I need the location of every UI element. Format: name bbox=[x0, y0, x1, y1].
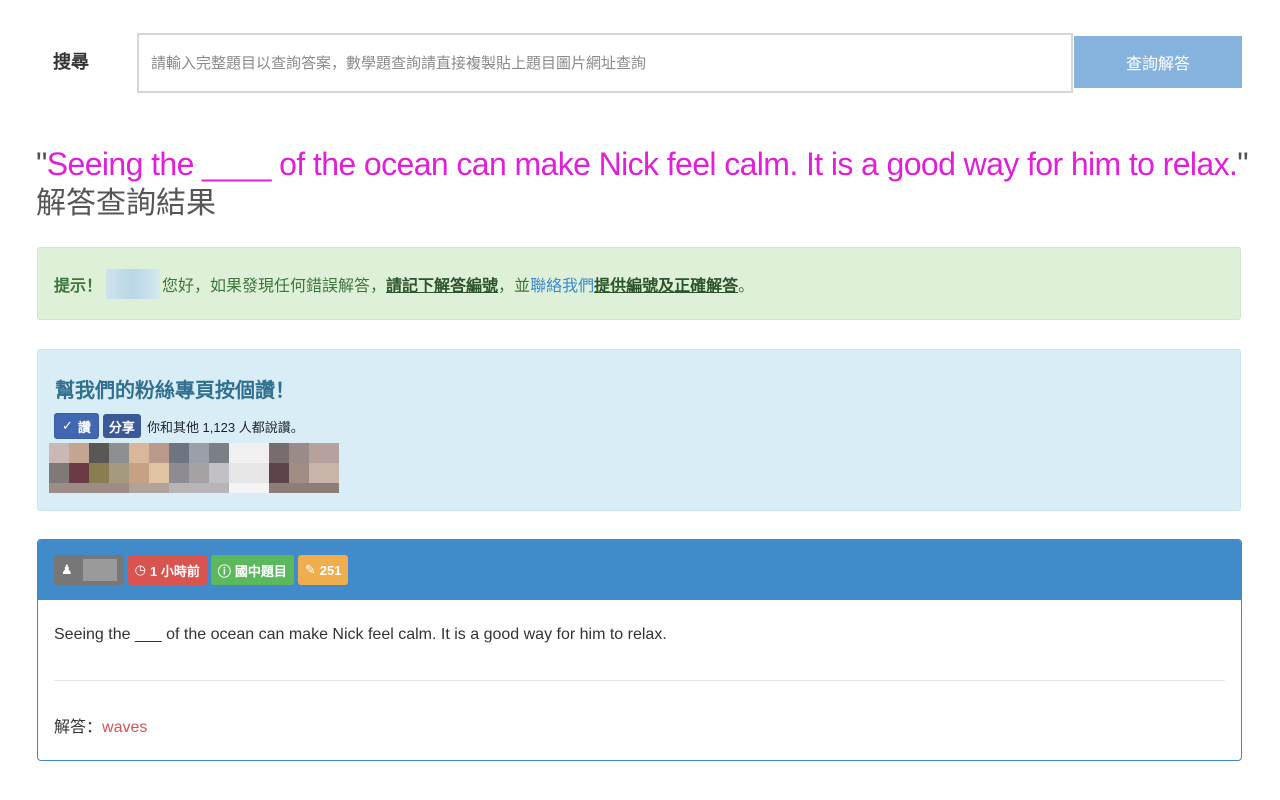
time-badge-label: 1 小時前 bbox=[150, 563, 200, 579]
title-question: "Seeing the ____ of the ocean can make N… bbox=[36, 142, 1256, 186]
answer-id-label: 251 bbox=[319, 562, 342, 578]
avatar-mosaic-1 bbox=[49, 443, 129, 493]
answer-id-badge: ✎ 251 bbox=[297, 555, 349, 585]
check-icon: ✓ bbox=[62, 418, 73, 433]
provide-correct-answer-link[interactable]: 提供編號及正確解答 bbox=[594, 272, 738, 296]
answer-line: 解答：waves bbox=[54, 713, 1225, 737]
fb-like-row: ✓ 讚 分享 你和其他 1,123 人都說讚。 bbox=[54, 413, 304, 439]
user-badge[interactable]: ♟ bbox=[54, 555, 124, 585]
panel-body: Seeing the ___ of the ocean can make Nic… bbox=[38, 600, 1241, 737]
tip-alert: 提示！ 您好，如果發現任何錯誤解答， 請記下解答編號 ，並 聯絡我們 提供編號及… bbox=[37, 247, 1241, 320]
avatar-mosaic-3 bbox=[169, 443, 229, 493]
divider bbox=[54, 680, 1225, 681]
note-answer-id-link[interactable]: 請記下解答編號 bbox=[386, 272, 498, 296]
clock-icon: ◷ bbox=[134, 562, 146, 577]
fb-like-label: 讚 bbox=[77, 419, 91, 435]
title-question-text: Seeing the ____ of the ocean can make Ni… bbox=[46, 146, 1238, 182]
category-badge-label: 國中題目 bbox=[234, 563, 287, 579]
user-icon: ♟ bbox=[61, 562, 73, 577]
answer-value: waves bbox=[102, 719, 148, 736]
category-badge[interactable]: ⓘ 國中題目 bbox=[210, 555, 294, 585]
time-badge: ◷ 1 小時前 bbox=[127, 555, 207, 585]
tip-prefix: 提示！ bbox=[54, 277, 103, 295]
title-close-quote: " bbox=[1237, 146, 1249, 182]
answer-label: 解答： bbox=[54, 719, 103, 736]
fb-friend-avatars bbox=[49, 443, 339, 493]
page-title: "Seeing the ____ of the ocean can make N… bbox=[36, 142, 1256, 224]
edit-icon: ✎ bbox=[304, 562, 316, 577]
tip-text-3: 。 bbox=[738, 277, 755, 295]
fb-like-count: 你和其他 1,123 人都說讚。 bbox=[146, 419, 304, 435]
fanpage-title: 幫我們的粉絲專頁按個讚！ bbox=[55, 380, 295, 402]
fanpage-alert: 幫我們的粉絲專頁按個讚！ ✓ 讚 分享 你和其他 1,123 人都說讚。 bbox=[37, 349, 1241, 511]
question-panel: ♟ ◷ 1 小時前 ⓘ 國中題目 ✎ 251 Seeing the ___ of… bbox=[37, 539, 1242, 761]
tip-text-2: ，並 bbox=[498, 277, 531, 295]
question-text: Seeing the ___ of the ocean can make Nic… bbox=[54, 626, 667, 643]
panel-header: ♟ ◷ 1 小時前 ⓘ 國中題目 ✎ 251 bbox=[38, 540, 1241, 600]
search-button[interactable]: 查詢解答 bbox=[1074, 36, 1242, 88]
avatar-mosaic-2 bbox=[129, 443, 169, 493]
tip-text-1: 您好，如果發現任何錯誤解答， bbox=[162, 277, 387, 295]
title-subtitle: 解答查詢結果 bbox=[36, 187, 216, 220]
search-input[interactable] bbox=[137, 33, 1073, 93]
blurred-username bbox=[106, 268, 161, 299]
avatar-mosaic-4 bbox=[229, 443, 269, 493]
search-label: 搜尋 bbox=[53, 52, 89, 72]
title-open-quote: " bbox=[36, 146, 47, 182]
blurred-user-name bbox=[82, 559, 117, 581]
fb-like-button[interactable]: ✓ 讚 bbox=[54, 413, 99, 439]
fb-share-button[interactable]: 分享 bbox=[102, 414, 141, 438]
contact-us-link[interactable]: 聯絡我們 bbox=[530, 272, 594, 296]
avatar-mosaic-5 bbox=[269, 443, 339, 493]
info-icon: ⓘ bbox=[217, 563, 231, 579]
